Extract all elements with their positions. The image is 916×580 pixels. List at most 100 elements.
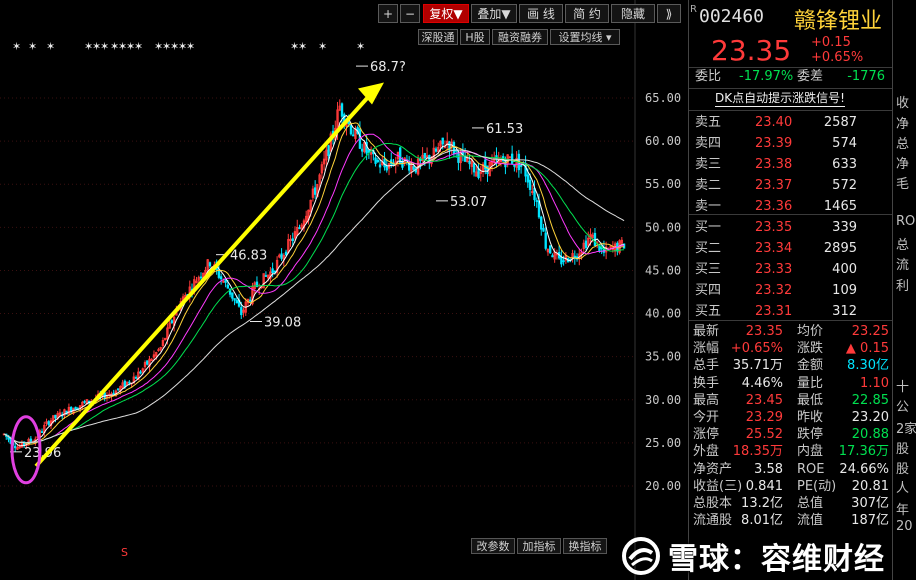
ask-volume: 2587: [823, 115, 857, 130]
stat-label: ROE: [797, 461, 825, 477]
hide-button[interactable]: 隐藏: [611, 4, 655, 23]
stat-value: 3.58: [754, 461, 783, 477]
candle: [468, 161, 471, 165]
candle: [528, 179, 532, 190]
margin-trading-button[interactable]: 融资融券: [492, 29, 548, 45]
stat-value: 4.46%: [741, 375, 783, 391]
stat-value: 20.81: [851, 478, 889, 494]
stats-row: 外盘 18.35万 内盘 17.36万: [689, 443, 893, 461]
stat-label: PE(动): [797, 478, 837, 494]
candle: [549, 245, 552, 254]
add-indicator-button[interactable]: 加指标: [517, 538, 561, 554]
price-annotation: 39.08: [264, 315, 301, 330]
change-percent: +0.65%: [811, 50, 864, 65]
candle: [457, 152, 460, 163]
stat-label: 总手: [693, 358, 720, 374]
stat-value: 25.52: [745, 427, 783, 443]
bid-row: 买一 23.35 339: [689, 219, 893, 237]
stat-label: 均价: [797, 324, 824, 339]
stat-label: 最新: [693, 324, 720, 339]
simple-mode-button[interactable]: 简 约: [565, 4, 609, 23]
side-panel-label: 人: [896, 481, 910, 496]
stat-value: 8.01亿: [741, 513, 783, 529]
stat-value: 187亿: [851, 513, 889, 529]
ask-label: 卖二: [695, 178, 722, 193]
bid-volume: 312: [832, 304, 857, 319]
stat-value: 23.35: [745, 324, 783, 339]
stat-label: 跌停: [797, 427, 824, 443]
y-tick-label: 40.00: [645, 307, 681, 321]
signal-star-icon: ✶: [28, 40, 37, 53]
bid-volume: 400: [832, 262, 857, 277]
bid-label: 买一: [695, 220, 722, 235]
stats-row: 净资产 3.58 ROE 24.66%: [689, 461, 893, 479]
stat-label: 涨跌: [797, 341, 824, 357]
candle: [231, 292, 234, 299]
zoom-out-button[interactable]: −: [400, 4, 420, 23]
ma-settings-button[interactable]: 设置均线 ▾: [550, 29, 620, 45]
candle: [249, 299, 252, 302]
ask-volume: 572: [832, 178, 857, 193]
candle: [170, 320, 174, 324]
stats-row: 涨幅 +0.65% 涨跌 ▲ 0.15: [689, 340, 893, 358]
change-params-button[interactable]: 改参数: [471, 538, 515, 554]
candle: [40, 431, 44, 434]
diff-label: 委差: [797, 69, 824, 84]
stats-row: 流通股 8.01亿 流值 187亿: [689, 512, 893, 530]
snowball-logo-icon: [622, 537, 660, 575]
candle: [233, 298, 236, 301]
stat-value: 307亿: [851, 496, 889, 511]
candle: [463, 156, 467, 162]
candle: [376, 159, 380, 163]
quote-panel: 002460 赣锋锂业 23.35 +0.15 +0.65% 委比 -17.97…: [688, 0, 893, 580]
dk-signal-link[interactable]: DK点自动提示涨跌信号!: [715, 91, 845, 107]
y-tick-label: 60.00: [645, 134, 681, 148]
stat-value: 23.45: [745, 392, 783, 408]
stat-label: 量比: [797, 375, 824, 391]
signal-star-icon: ✶: [12, 40, 21, 53]
candle: [347, 121, 350, 125]
stat-label: 总股本: [693, 496, 733, 511]
ask-price: 23.40: [755, 115, 793, 130]
stat-label: 流通股: [693, 513, 733, 529]
expand-panel-button[interactable]: ⟫: [657, 4, 681, 23]
signal-star-icon: ✶: [134, 40, 143, 53]
candle: [217, 269, 221, 278]
side-panel-label: 净: [896, 157, 910, 172]
candle: [14, 445, 17, 449]
candle: [291, 238, 294, 241]
candle: [412, 166, 415, 170]
h-share-button[interactable]: H股: [460, 29, 490, 45]
candle: [378, 164, 382, 168]
trend-arrow-icon: [34, 89, 376, 468]
bid-row: 买四 23.32 109: [689, 282, 893, 300]
y-tick-label: 35.00: [645, 350, 681, 364]
stat-label: 涨停: [693, 427, 720, 443]
bid-price: 23.34: [755, 241, 793, 256]
overlay-button[interactable]: 叠加▼: [471, 4, 517, 23]
stats-row: 最高 23.45 最低 22.85: [689, 392, 893, 410]
restore-rights-button[interactable]: 复权▼: [423, 4, 469, 23]
f10-side-panel: 收净总净毛ROE总流利十公2家股股人年20: [892, 0, 916, 580]
stat-value: 35.71万: [732, 358, 783, 374]
ask-volume: 633: [832, 157, 857, 172]
price-annotation: 61.53: [486, 122, 523, 137]
diff-value: -1776: [847, 69, 885, 84]
side-panel-label: 股: [896, 462, 910, 477]
kline-chart[interactable]: 20.00 25.00 30.00 35.00 40.00 45.00 50.00 55.00…: [0, 0, 688, 580]
candle: [224, 278, 227, 283]
zoom-in-button[interactable]: +: [378, 4, 398, 23]
shenhu-button[interactable]: 深股通: [418, 29, 458, 45]
kline-chart-panel[interactable]: 20.00 25.00 30.00 35.00 40.00 45.00 50.00 55.00…: [0, 0, 688, 580]
draw-line-button[interactable]: 画 线: [519, 4, 563, 23]
bid-row: 买三 23.33 400: [689, 261, 893, 279]
ratio-value: -17.97%: [739, 69, 794, 84]
change-amount: +0.15: [811, 35, 851, 50]
side-panel-label: 总: [896, 238, 910, 253]
ask-row: 卖三 23.38 633: [689, 156, 893, 174]
candle: [271, 268, 274, 274]
switch-indicator-button[interactable]: 换指标: [563, 538, 607, 554]
candle: [83, 400, 86, 403]
signal-s-icon: S: [121, 546, 128, 559]
watermark-text: 雪球：容维财经: [668, 542, 885, 577]
